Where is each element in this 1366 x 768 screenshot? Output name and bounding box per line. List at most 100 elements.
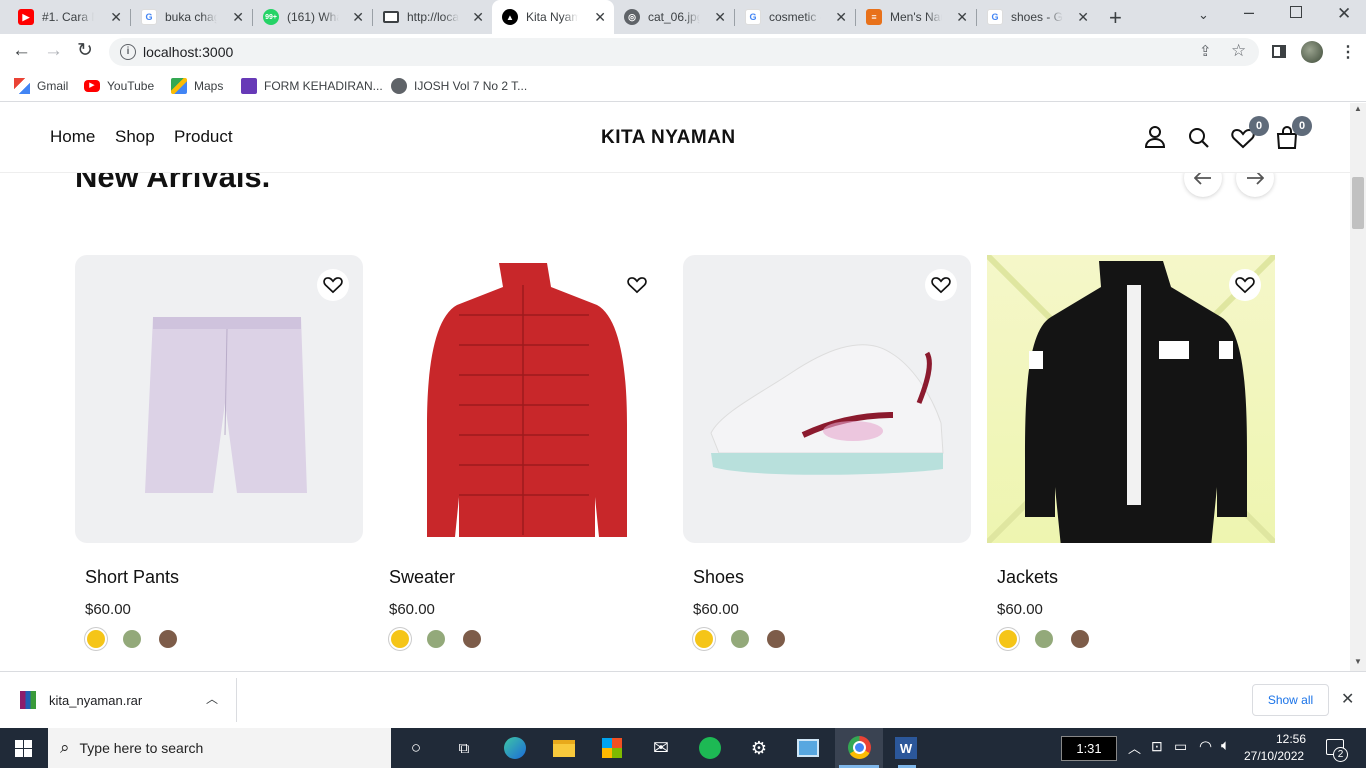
- control-panel-icon[interactable]: [796, 736, 820, 760]
- add-to-wishlist-button[interactable]: [317, 269, 349, 301]
- tab-google-search[interactable]: G buka chag ✕: [131, 0, 252, 34]
- color-swatch-yellow[interactable]: [695, 630, 713, 648]
- product-image-short-pants[interactable]: [75, 255, 363, 543]
- add-to-wishlist-button[interactable]: [621, 269, 653, 301]
- close-icon[interactable]: ✕: [956, 9, 968, 26]
- close-icon[interactable]: ✕: [1077, 9, 1089, 26]
- minimize-icon[interactable]: –: [1244, 2, 1254, 23]
- download-filename[interactable]: kita_nyaman.rar: [49, 693, 142, 708]
- close-icon[interactable]: ✕: [472, 9, 484, 26]
- file-explorer-icon[interactable]: [552, 736, 576, 760]
- window-close-icon[interactable]: ✕: [1337, 4, 1351, 24]
- profile-avatar[interactable]: [1301, 41, 1323, 63]
- color-swatch-brown[interactable]: [1071, 630, 1089, 648]
- product-card[interactable]: Short Pants $60.00: [75, 255, 363, 648]
- back-icon[interactable]: ←: [12, 40, 31, 62]
- color-swatch-brown[interactable]: [767, 630, 785, 648]
- color-swatch-brown[interactable]: [463, 630, 481, 648]
- product-image-sweater[interactable]: [379, 255, 667, 543]
- bookmark-maps[interactable]: Maps: [171, 76, 223, 96]
- mail-icon[interactable]: ✉: [649, 736, 673, 760]
- address-bar[interactable]: i localhost:3000 ⇪ ☆: [109, 38, 1259, 66]
- close-icon[interactable]: ✕: [352, 9, 364, 26]
- product-name[interactable]: Sweater: [389, 567, 455, 588]
- product-card[interactable]: Shoes $60.00: [683, 255, 971, 648]
- tab-kita-nyaman[interactable]: ▲ Kita Nyam ✕: [492, 0, 614, 34]
- media-time-display[interactable]: 1:31: [1061, 736, 1117, 761]
- side-panel-icon[interactable]: [1272, 45, 1286, 58]
- wifi-icon[interactable]: ◠: [1199, 737, 1212, 755]
- product-name[interactable]: Short Pants: [85, 567, 179, 588]
- color-swatch-yellow[interactable]: [87, 630, 105, 648]
- spotify-icon[interactable]: [698, 736, 722, 760]
- bookmark-ijosh[interactable]: IJOSH Vol 7 No 2 T...: [391, 76, 527, 96]
- color-swatch-yellow[interactable]: [999, 630, 1017, 648]
- clock-date[interactable]: 27/10/2022: [1244, 749, 1304, 763]
- tab-google-shoes[interactable]: G shoes - Go ✕: [977, 0, 1097, 34]
- close-download-bar-icon[interactable]: ✕: [1341, 689, 1354, 709]
- color-swatch-green[interactable]: [427, 630, 445, 648]
- microsoft-store-icon[interactable]: [600, 736, 624, 760]
- product-image-jackets[interactable]: [987, 255, 1275, 543]
- bookmark-gmail[interactable]: Gmail: [14, 76, 68, 96]
- share-icon[interactable]: ⇪: [1199, 42, 1212, 60]
- product-card[interactable]: Sweater $60.00: [379, 255, 667, 648]
- close-icon[interactable]: ✕: [835, 9, 847, 26]
- chevron-up-icon[interactable]: ︿: [1128, 738, 1141, 757]
- tab-youtube[interactable]: ▶ #1. Cara M ✕: [8, 0, 130, 34]
- edge-icon[interactable]: [503, 736, 527, 760]
- cortana-icon[interactable]: ○: [404, 736, 428, 760]
- info-icon[interactable]: i: [120, 44, 136, 60]
- close-icon[interactable]: ✕: [594, 9, 606, 26]
- tab-image[interactable]: ◎ cat_06.jpg ✕: [614, 0, 734, 34]
- tab-store[interactable]: ≡ Men's Nau ✕: [856, 0, 976, 34]
- restore-icon[interactable]: [1290, 6, 1302, 18]
- color-swatch-brown[interactable]: [159, 630, 177, 648]
- add-to-wishlist-button[interactable]: [1229, 269, 1261, 301]
- close-icon[interactable]: ✕: [714, 9, 726, 26]
- site-logo[interactable]: KITA NYAMAN: [601, 127, 736, 149]
- product-card[interactable]: Jackets $60.00: [987, 255, 1275, 648]
- color-swatch-yellow[interactable]: [391, 630, 409, 648]
- nav-home[interactable]: Home: [50, 127, 95, 147]
- forward-icon[interactable]: →: [44, 40, 63, 62]
- chrome-taskbar-button[interactable]: [835, 728, 883, 768]
- menu-icon[interactable]: ⋮: [1340, 42, 1356, 62]
- nav-product[interactable]: Product: [174, 127, 233, 147]
- volume-icon[interactable]: 🔈︎: [1221, 737, 1230, 754]
- product-name[interactable]: Shoes: [693, 567, 744, 588]
- tab-localhost[interactable]: http://loca ✕: [373, 0, 492, 34]
- color-swatch-green[interactable]: [1035, 630, 1053, 648]
- close-icon[interactable]: ✕: [232, 9, 244, 26]
- tab-whatsapp[interactable]: 99+ (161) What ✕: [253, 0, 372, 34]
- search-icon[interactable]: [1188, 127, 1210, 154]
- product-name[interactable]: Jackets: [997, 567, 1058, 588]
- webcam-icon[interactable]: ⊡: [1151, 738, 1163, 755]
- taskbar-search-box[interactable]: ⌕ Type here to search: [48, 728, 391, 768]
- battery-icon[interactable]: ▭: [1174, 738, 1187, 755]
- tab-search-icon[interactable]: ⌄: [1198, 7, 1209, 23]
- reload-icon[interactable]: ↻: [77, 39, 93, 62]
- scroll-down-icon[interactable]: ▼: [1354, 657, 1362, 666]
- user-icon[interactable]: [1144, 125, 1166, 154]
- clock-time[interactable]: 12:56: [1250, 732, 1306, 746]
- bookmark-form[interactable]: FORM KEHADIRAN...: [241, 76, 383, 96]
- bookmark-star-icon[interactable]: ☆: [1231, 41, 1246, 61]
- scrollbar-thumb[interactable]: [1352, 177, 1364, 229]
- chevron-up-icon[interactable]: ︿: [206, 690, 218, 707]
- settings-gear-icon[interactable]: ⚙: [747, 736, 771, 760]
- color-swatch-green[interactable]: [123, 630, 141, 648]
- scroll-up-icon[interactable]: ▲: [1354, 104, 1362, 113]
- tab-google-cosmetic[interactable]: G cosmetic - ✕: [735, 0, 855, 34]
- color-swatch-green[interactable]: [731, 630, 749, 648]
- bookmark-youtube[interactable]: ▶ YouTube: [84, 76, 154, 96]
- new-tab-icon[interactable]: +: [1109, 5, 1122, 31]
- add-to-wishlist-button[interactable]: [925, 269, 957, 301]
- word-icon[interactable]: W: [894, 736, 918, 760]
- windows-start-icon[interactable]: [15, 740, 32, 757]
- product-image-shoes[interactable]: [683, 255, 971, 543]
- nav-shop[interactable]: Shop: [115, 127, 155, 147]
- task-view-icon[interactable]: ⧉: [452, 736, 476, 760]
- close-icon[interactable]: ✕: [110, 9, 122, 26]
- show-all-button[interactable]: Show all: [1252, 684, 1329, 716]
